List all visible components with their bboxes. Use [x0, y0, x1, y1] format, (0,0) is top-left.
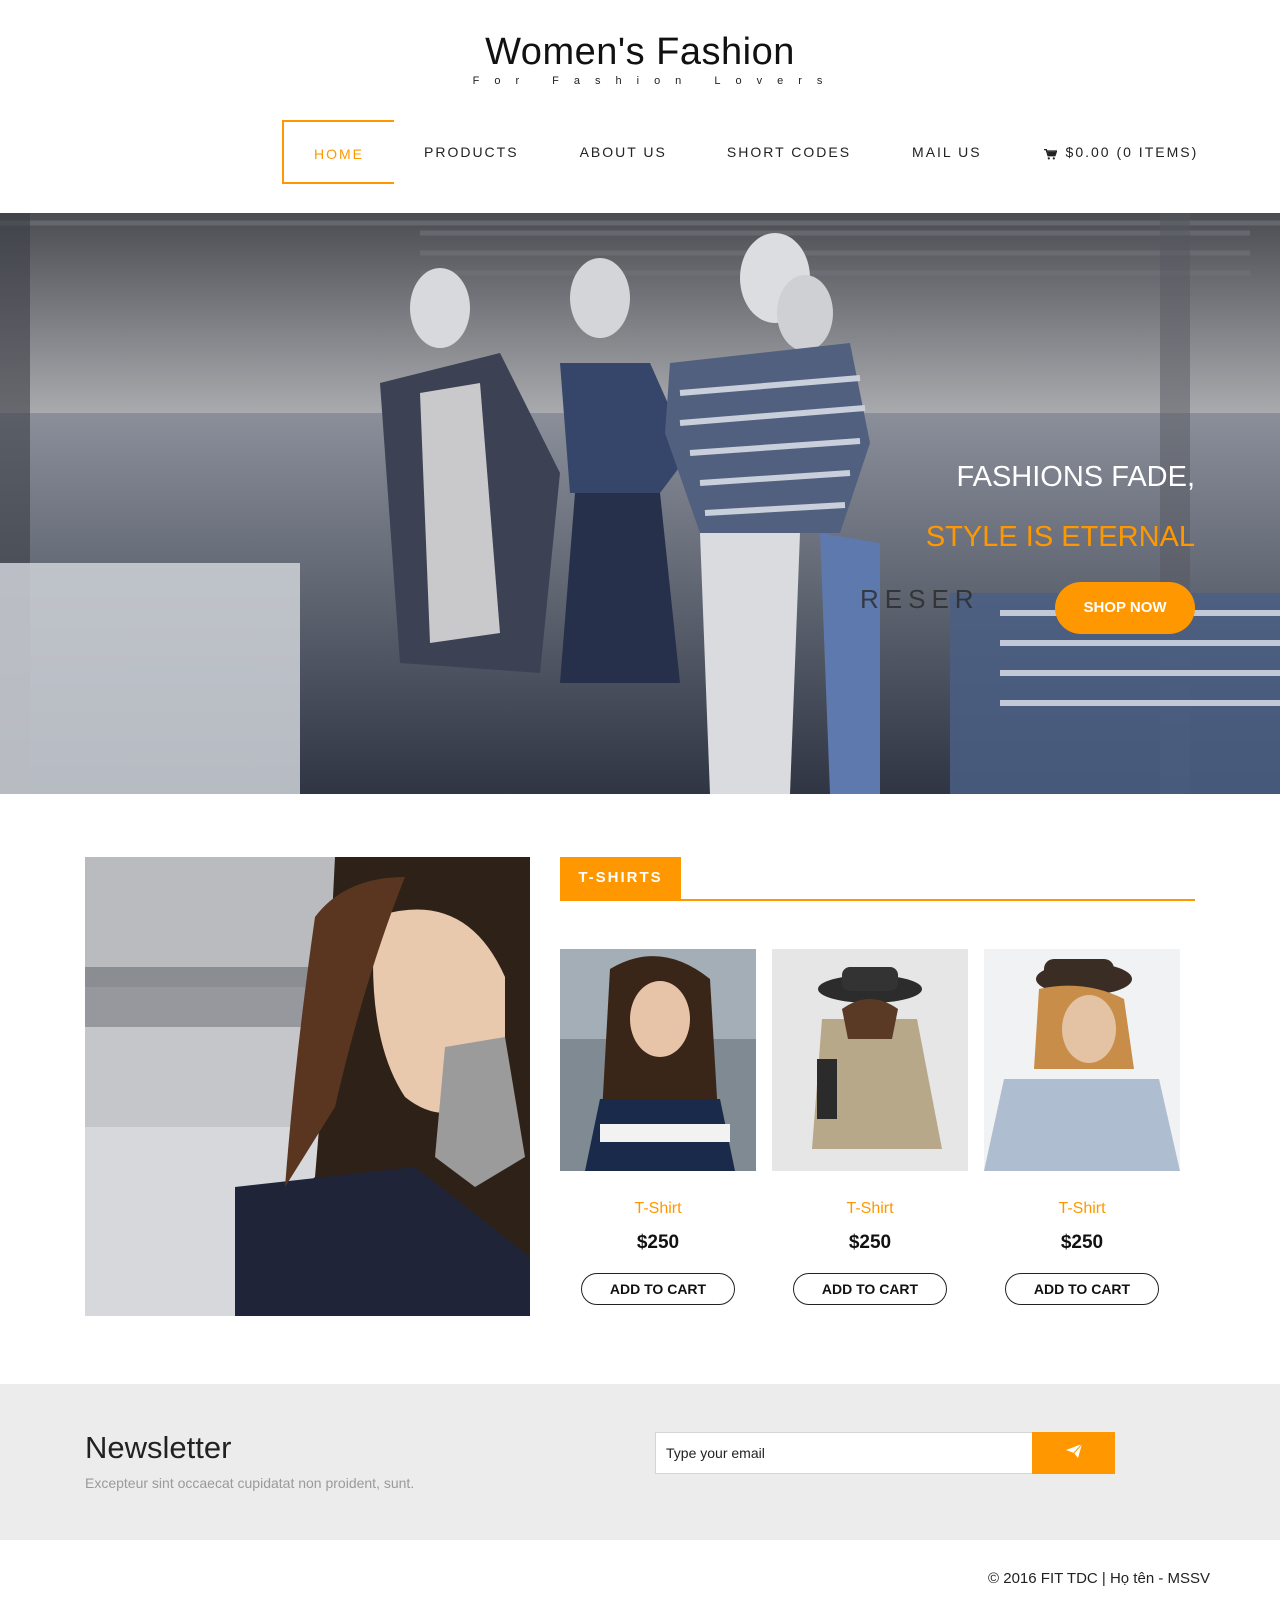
subscribe-button[interactable]	[1032, 1432, 1115, 1474]
newsletter-title: Newsletter	[85, 1430, 232, 1465]
add-to-cart-button[interactable]: ADD TO CART	[581, 1273, 735, 1305]
product-image[interactable]	[560, 949, 756, 1171]
tshirts-section: T-SHIRTS T-Shirt $250 ADD TO CART T-Shir…	[560, 857, 1195, 1305]
product-image[interactable]	[984, 949, 1180, 1171]
section-title[interactable]: T-SHIRTS	[560, 857, 681, 901]
add-to-cart-button[interactable]: ADD TO CART	[793, 1273, 947, 1305]
newsletter-form	[655, 1432, 1115, 1474]
paper-plane-icon	[1065, 1443, 1082, 1463]
brand[interactable]: Women's Fashion For Fashion Lovers	[0, 30, 1280, 88]
hero-line-2: STYLE IS ETERNAL	[925, 521, 1195, 553]
feature-image	[85, 857, 530, 1316]
footer-copyright: © 2016 FIT TDC | Họ tên - MSSV	[988, 1570, 1210, 1587]
newsletter-section: Newsletter Excepteur sint occaecat cupid…	[0, 1384, 1280, 1540]
product-price: $250	[636, 1232, 680, 1253]
nav-item-home[interactable]: HOME	[282, 120, 394, 184]
nav-item-mail-us[interactable]: MAIL US	[912, 144, 982, 160]
product-card: T-Shirt $250 ADD TO CART	[560, 949, 756, 1305]
hero-banner: RESER FASHIONS FADE, STYLE IS ETERNAL SH…	[0, 213, 1280, 794]
shop-now-button[interactable]: SHOP NOW	[1055, 582, 1195, 634]
brand-subtitle: For Fashion Lovers	[472, 75, 838, 87]
product-name[interactable]: T-Shirt	[984, 1199, 1180, 1219]
hero-headline: FASHIONS FADE, STYLE IS ETERNAL	[926, 457, 1195, 557]
site-header: Women's Fashion For Fashion Lovers HOME …	[0, 0, 1280, 213]
section-header: T-SHIRTS	[560, 857, 1195, 901]
product-price: $250	[1060, 1232, 1104, 1253]
newsletter-description: Excepteur sint occaecat cupidatat non pr…	[85, 1475, 415, 1491]
email-input[interactable]	[655, 1432, 1032, 1474]
cart-summary: $0.00 (0 ITEMS)	[1065, 144, 1199, 160]
product-card: T-Shirt $250 ADD TO CART	[984, 949, 1180, 1305]
product-price: $250	[848, 1232, 892, 1253]
product-image[interactable]	[772, 949, 968, 1171]
nav-item-short-codes[interactable]: SHORT CODES	[727, 144, 851, 160]
main-nav: HOME PRODUCTS ABOUT US SHORT CODES MAIL …	[282, 120, 1198, 184]
shopping-cart-icon	[1043, 147, 1058, 159]
nav-item-products[interactable]: PRODUCTS	[424, 144, 519, 160]
brand-title[interactable]: Women's Fashion	[0, 30, 1280, 74]
add-to-cart-button[interactable]: ADD TO CART	[1005, 1273, 1159, 1305]
svg-text:RESER: RESER	[860, 584, 980, 614]
product-name[interactable]: T-Shirt	[772, 1199, 968, 1219]
nav-item-cart[interactable]: $0.00 (0 ITEMS)	[1043, 144, 1199, 160]
product-card: T-Shirt $250 ADD TO CART	[772, 949, 968, 1305]
nav-item-about-us[interactable]: ABOUT US	[580, 144, 667, 160]
hero-line-1: FASHIONS FADE,	[956, 461, 1196, 493]
product-name[interactable]: T-Shirt	[560, 1199, 756, 1219]
